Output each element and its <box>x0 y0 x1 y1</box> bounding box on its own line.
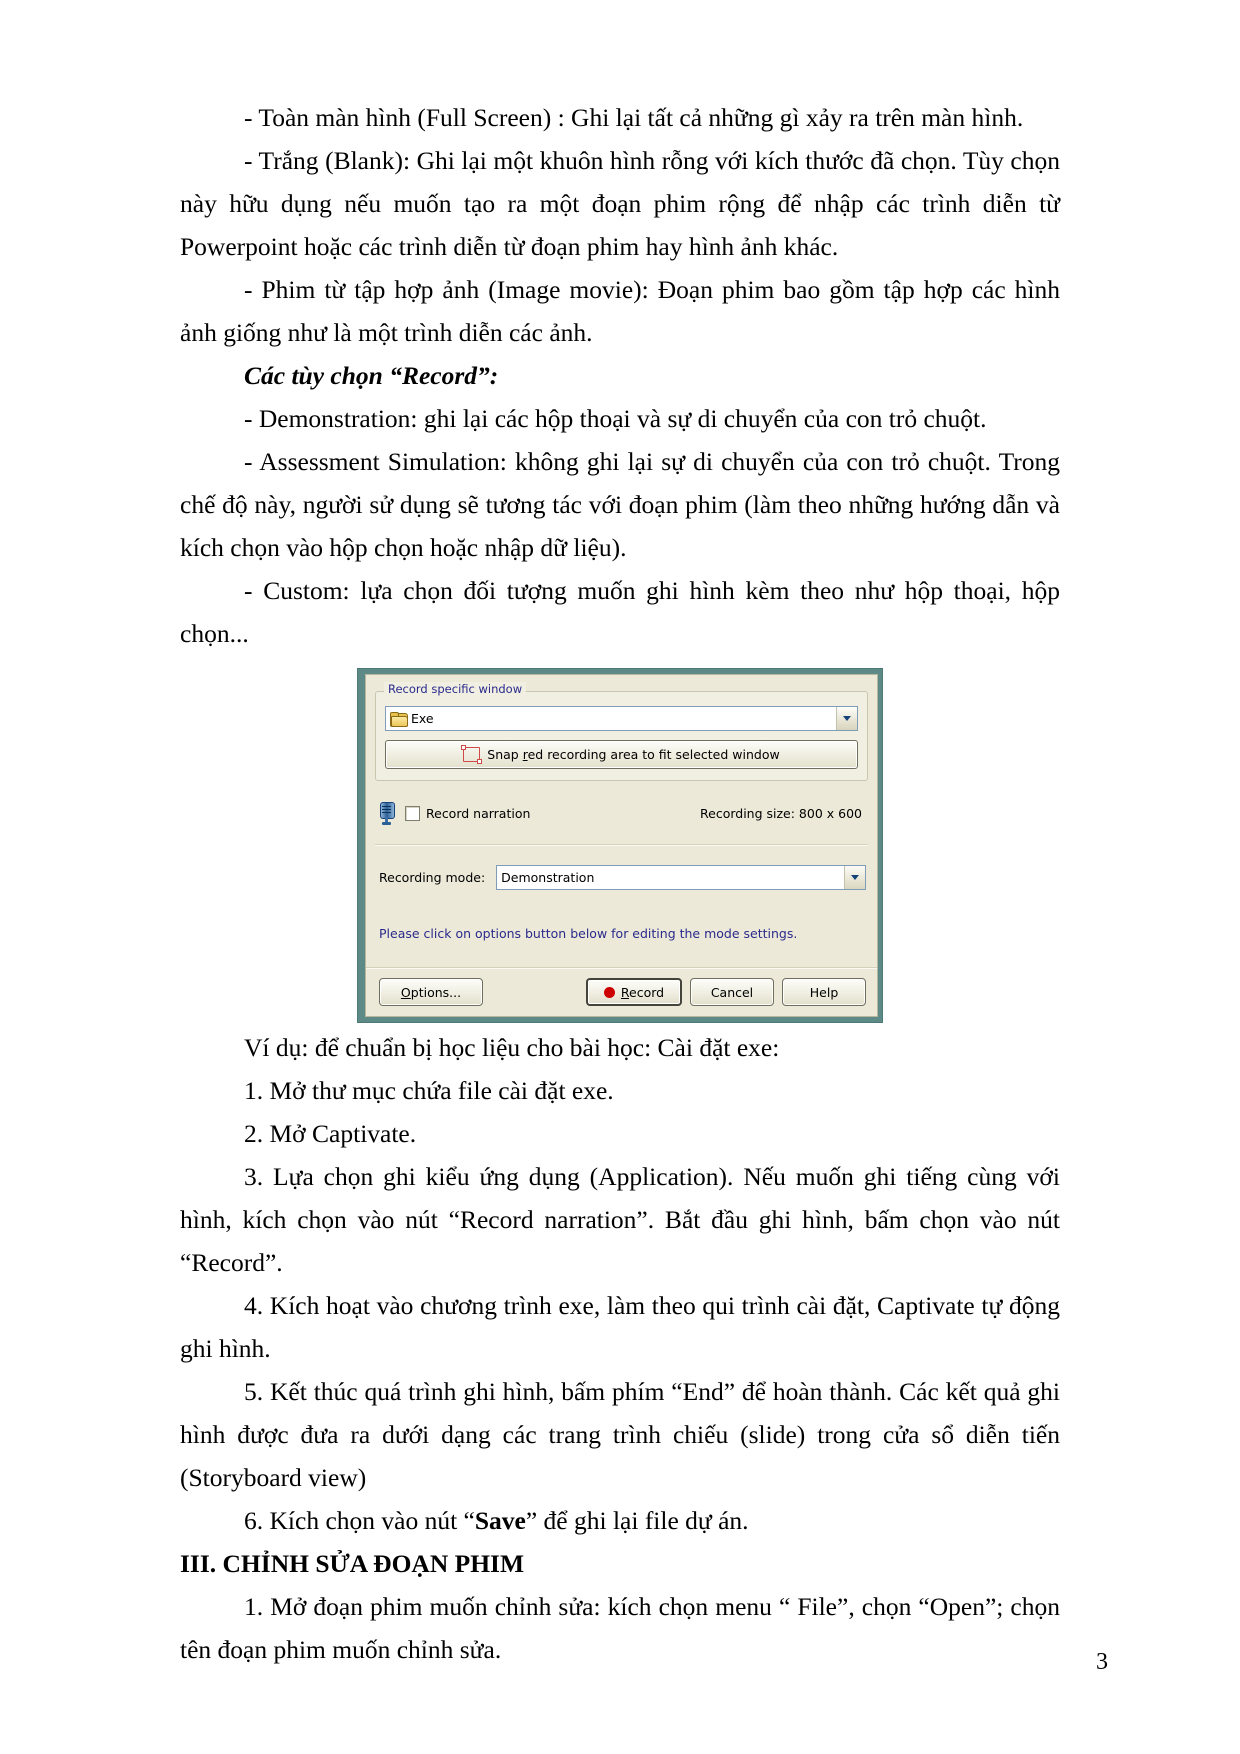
paragraph-step-5: 5. Kết thúc quá trình ghi hình, bấm phím… <box>180 1377 1060 1492</box>
dialog-button-bar: Options... Record Cancel Help <box>379 978 866 1006</box>
group-title-label: Record specific window <box>384 682 527 696</box>
embedded-screenshot: Record specific window Exe Snap red reco… <box>180 669 1060 1022</box>
window-combo-dropdown-button[interactable] <box>836 707 857 730</box>
paragraph-edit-step-1: 1. Mở đoạn phim muốn chỉnh sửa: kích chọ… <box>180 1592 1060 1664</box>
help-button-label: Help <box>809 984 839 1000</box>
paragraph-step-6: 6. Kích chọn vào nút “Save” để ghi lại f… <box>180 1499 1060 1542</box>
paragraph-full-screen: - Toàn màn hình (Full Screen) : Ghi lại … <box>244 103 1024 132</box>
options-button[interactable]: Options... <box>379 978 483 1006</box>
snap-area-icon <box>461 745 483 764</box>
section-divider <box>375 844 868 846</box>
cancel-button[interactable]: Cancel <box>690 978 774 1006</box>
chevron-down-icon <box>843 716 851 721</box>
heading-record-options: Các tùy chọn “Record”: <box>244 361 499 390</box>
options-button-label: Options... <box>400 984 462 1000</box>
step-6-suffix: ” để ghi lại file dự án. <box>525 1506 749 1535</box>
record-specific-window-group: Record specific window Exe Snap red reco… <box>375 682 868 781</box>
paragraph-demonstration: - Demonstration: ghi lại các hộp thoại v… <box>244 404 987 433</box>
captivate-record-dialog: Record specific window Exe Snap red reco… <box>358 669 882 1022</box>
record-narration-label: Record narration <box>426 806 531 821</box>
recording-size-label: Recording size: 800 x 600 <box>700 806 862 821</box>
record-narration-checkbox[interactable] <box>405 806 420 821</box>
paragraph-step-2: 2. Mở Captivate. <box>244 1119 417 1148</box>
folder-icon <box>390 711 408 727</box>
cancel-button-label: Cancel <box>710 984 754 1000</box>
chevron-down-icon <box>851 875 859 880</box>
snap-button-label: Snap red recording area to fit selected … <box>487 747 780 762</box>
recording-mode-row: Recording mode: Demonstration <box>379 856 866 899</box>
step-6-bold-save: Save <box>474 1506 526 1535</box>
help-button[interactable]: Help <box>782 978 866 1006</box>
narration-row: Record narration Recording size: 800 x 6… <box>379 792 866 835</box>
section-heading-iii: III. CHỈNH SỬA ĐOẠN PHIM <box>180 1549 525 1578</box>
dialog-body: Record specific window Exe Snap red reco… <box>365 674 878 1017</box>
paragraph-step-1: 1. Mở thư mục chứa file cài đặt exe. <box>244 1076 614 1105</box>
window-select-combo[interactable]: Exe <box>385 706 858 731</box>
document-page: - Toàn màn hình (Full Screen) : Ghi lại … <box>0 0 1240 1754</box>
page-number: 3 <box>1096 1649 1108 1675</box>
recording-mode-combo[interactable]: Demonstration <box>496 865 866 890</box>
snap-recording-area-button[interactable]: Snap red recording area to fit selected … <box>385 740 858 769</box>
recording-mode-label: Recording mode: <box>379 870 486 885</box>
step-6-prefix: 6. Kích chọn vào nút “ <box>244 1506 475 1535</box>
document-body: - Toàn màn hình (Full Screen) : Ghi lại … <box>180 96 1060 1671</box>
microphone-icon <box>379 801 395 826</box>
window-combo-value: Exe <box>411 711 434 726</box>
recording-mode-value: Demonstration <box>501 870 595 885</box>
paragraph-step-4: 4. Kích hoạt vào chương trình exe, làm t… <box>180 1291 1060 1363</box>
paragraph-assessment-simulation: - Assessment Simulation: không ghi lại s… <box>180 447 1060 562</box>
paragraph-blank: - Trắng (Blank): Ghi lại một khuôn hình … <box>180 146 1060 261</box>
recording-mode-dropdown-button[interactable] <box>844 866 865 889</box>
button-bar-divider <box>366 967 877 969</box>
record-button[interactable]: Record <box>586 978 682 1006</box>
record-button-label: Record <box>620 984 665 1000</box>
paragraph-custom: - Custom: lựa chọn đối tượng muốn ghi hì… <box>180 576 1060 648</box>
paragraph-step-3: 3. Lựa chọn ghi kiểu ứng dụng (Applicati… <box>180 1162 1060 1277</box>
paragraph-image-movie: - Phim từ tập hợp ảnh (Image movie): Đoạ… <box>180 275 1060 347</box>
mode-settings-hint: Please click on options button below for… <box>379 926 798 941</box>
recording-mode-value-area: Demonstration <box>497 856 844 899</box>
paragraph-example-intro: Ví dụ: để chuẩn bị học liệu cho bài học:… <box>244 1033 780 1062</box>
record-dot-icon <box>603 986 615 998</box>
